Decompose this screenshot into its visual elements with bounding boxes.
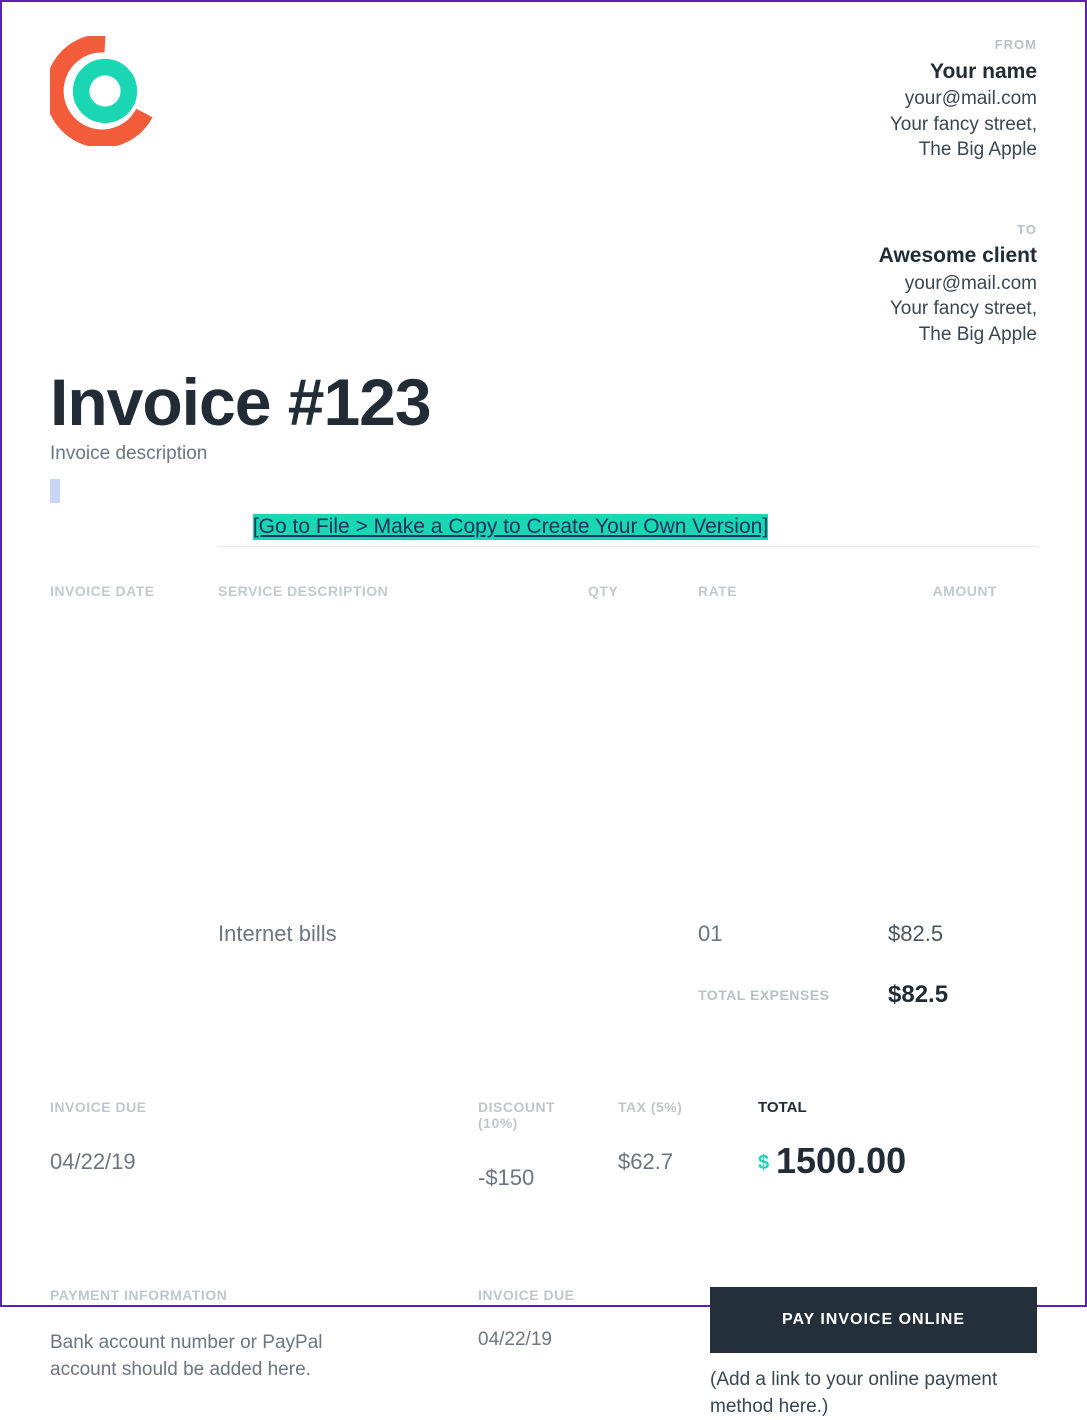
- invoice-due-value-2[interactable]: 04/22/19: [478, 1329, 690, 1351]
- discount-value[interactable]: -$150: [478, 1165, 570, 1191]
- payment-info-label: PAYMENT INFORMATION: [50, 1287, 430, 1303]
- line-service[interactable]: Internet bills: [218, 921, 588, 947]
- discount-label: DISCOUNT (10%): [478, 1099, 570, 1131]
- summary-row: INVOICE DUE 04/22/19 DISCOUNT (10%) -$15…: [50, 1099, 1037, 1191]
- from-city: The Big Apple: [879, 137, 1037, 163]
- to-label: TO: [879, 221, 1037, 239]
- logo: [50, 36, 160, 146]
- from-address-block: FROM Your name your@mail.com Your fancy …: [879, 36, 1037, 163]
- line-item-row: Internet bills 01 $82.5: [50, 921, 1037, 947]
- total-label: TOTAL: [758, 1099, 1037, 1116]
- col-invoice-date: INVOICE DATE: [50, 583, 218, 599]
- invoice-title[interactable]: Invoice #123: [50, 368, 431, 437]
- total-value: $1500.00: [758, 1140, 1037, 1182]
- total-expenses-row: TOTAL EXPENSES $82.5: [50, 981, 1037, 1009]
- payment-info-text[interactable]: Bank account number or PayPal account sh…: [50, 1329, 390, 1384]
- to-email: your@mail.com: [879, 271, 1037, 297]
- copy-instruction-link[interactable]: [Go to File > Make a Copy to Create Your…: [253, 514, 768, 540]
- from-email: your@mail.com: [879, 86, 1037, 112]
- from-name: Your name: [879, 58, 1037, 86]
- col-rate: RATE: [698, 583, 838, 599]
- invoice-description[interactable]: Invoice description: [50, 443, 431, 465]
- text-cursor: [50, 479, 60, 503]
- pay-invoice-button[interactable]: PAY INVOICE ONLINE: [710, 1287, 1037, 1353]
- from-street: Your fancy street,: [879, 112, 1037, 138]
- table-header: INVOICE DATE SERVICE DESCRIPTION QTY RAT…: [50, 583, 1037, 599]
- total-expenses-label: TOTAL EXPENSES: [698, 987, 838, 1003]
- to-city: The Big Apple: [879, 322, 1037, 348]
- line-amount[interactable]: $82.5: [838, 921, 1037, 947]
- from-label: FROM: [879, 36, 1037, 54]
- total-amount: 1500.00: [776, 1140, 906, 1181]
- invoice-due-label-2: INVOICE DUE: [478, 1287, 690, 1303]
- invoice-due-label: INVOICE DUE: [50, 1099, 430, 1115]
- tax-label: TAX (5%): [618, 1099, 710, 1115]
- total-expenses-value: $82.5: [838, 981, 1037, 1009]
- col-service: SERVICE DESCRIPTION: [218, 583, 588, 599]
- to-street: Your fancy street,: [879, 296, 1037, 322]
- to-name: Awesome client: [879, 242, 1037, 270]
- total-currency-symbol: $: [758, 1152, 769, 1175]
- line-qty[interactable]: 01: [698, 921, 838, 947]
- tax-value[interactable]: $62.7: [618, 1149, 710, 1175]
- col-qty: QTY: [588, 583, 698, 599]
- divider: [218, 546, 1037, 547]
- to-address-block: TO Awesome client your@mail.com Your fan…: [879, 221, 1037, 348]
- invoice-due-value[interactable]: 04/22/19: [50, 1149, 430, 1175]
- col-amount: AMOUNT: [838, 583, 1037, 599]
- pay-invoice-note[interactable]: (Add a link to your online payment metho…: [710, 1367, 1037, 1420]
